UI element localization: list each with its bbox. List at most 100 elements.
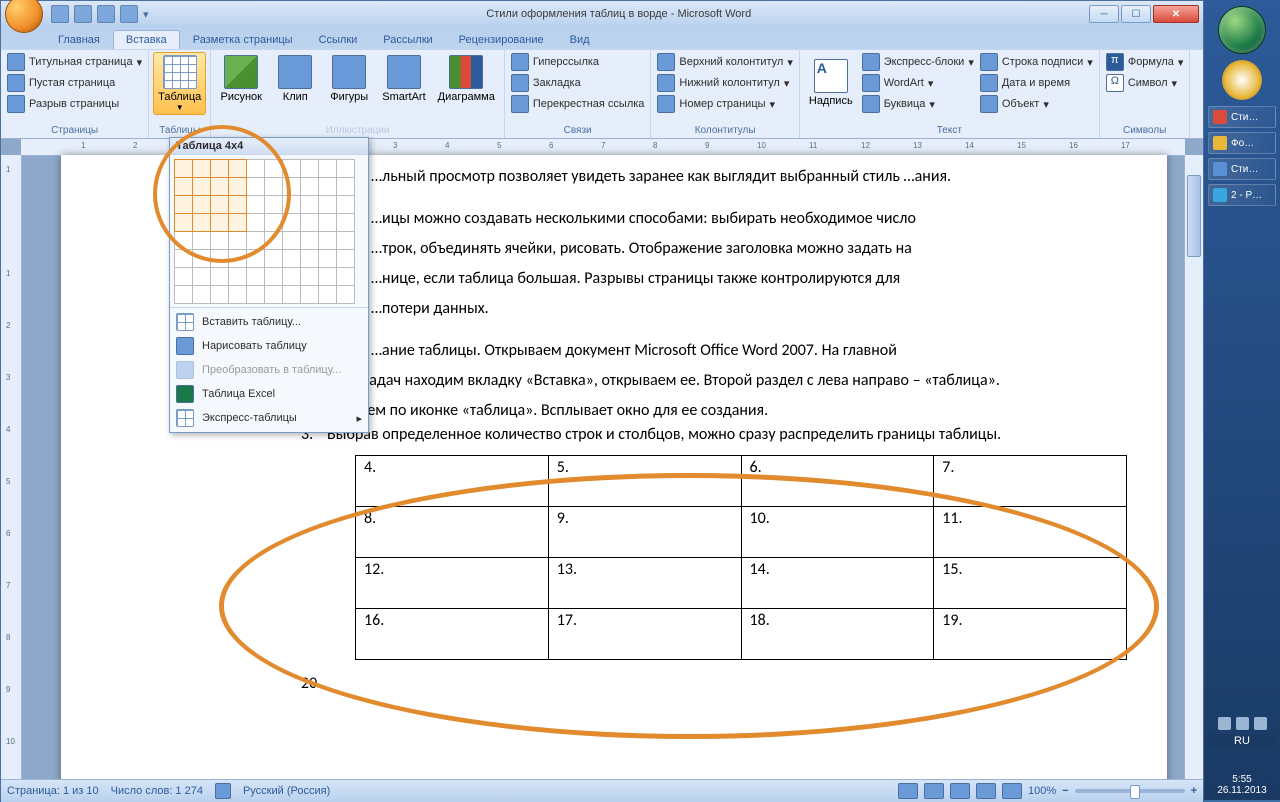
taskbar-item[interactable]: Сти…: [1208, 106, 1276, 128]
table-cell[interactable]: 7.: [934, 456, 1127, 507]
grid-cell[interactable]: [210, 249, 229, 268]
excel-table-item[interactable]: Таблица Excel: [170, 382, 368, 406]
grid-cell[interactable]: [318, 213, 337, 232]
grid-cell[interactable]: [300, 267, 319, 286]
grid-cell[interactable]: [282, 285, 301, 304]
tab-references[interactable]: Ссылки: [306, 30, 371, 49]
document-table[interactable]: 4.5.6.7. 8.9.10.11. 12.13.14.15. 16.17.1…: [355, 455, 1127, 660]
zoom-slider-thumb[interactable]: [1130, 785, 1140, 799]
grid-cell[interactable]: [336, 249, 355, 268]
grid-cell[interactable]: [228, 213, 247, 232]
grid-cell[interactable]: [336, 267, 355, 286]
browser-icon[interactable]: [1222, 60, 1262, 100]
grid-cell[interactable]: [174, 177, 193, 196]
status-words[interactable]: Число слов: 1 274: [111, 785, 203, 797]
grid-cell[interactable]: [174, 213, 193, 232]
grid-cell[interactable]: [174, 249, 193, 268]
insert-table-item[interactable]: Вставить таблицу...: [170, 310, 368, 334]
zoom-in-button[interactable]: +: [1191, 785, 1197, 797]
hyperlink-button[interactable]: Гиперссылка: [509, 52, 647, 72]
grid-cell[interactable]: [192, 195, 211, 214]
grid-cell[interactable]: [246, 267, 265, 286]
maximize-button[interactable]: ☐: [1121, 5, 1151, 23]
datetime-button[interactable]: Дата и время: [978, 73, 1095, 93]
tab-review[interactable]: Рецензирование: [446, 30, 557, 49]
grid-cell[interactable]: [300, 177, 319, 196]
grid-cell[interactable]: [300, 249, 319, 268]
page-break-button[interactable]: Разрыв страницы: [5, 94, 144, 114]
scroll-thumb[interactable]: [1187, 175, 1201, 257]
table-cell[interactable]: 4.: [356, 456, 549, 507]
smartart-button[interactable]: SmartArt: [377, 52, 430, 106]
grid-cell[interactable]: [336, 231, 355, 250]
tab-mailings[interactable]: Рассылки: [370, 30, 445, 49]
grid-cell[interactable]: [300, 159, 319, 178]
grid-cell[interactable]: [318, 267, 337, 286]
table-cell[interactable]: 14.: [741, 558, 934, 609]
blank-page-button[interactable]: Пустая страница: [5, 73, 144, 93]
table-cell[interactable]: 5.: [548, 456, 741, 507]
grid-cell[interactable]: [336, 285, 355, 304]
grid-cell[interactable]: [264, 213, 283, 232]
grid-cell[interactable]: [264, 195, 283, 214]
tab-page-layout[interactable]: Разметка страницы: [180, 30, 306, 49]
taskbar-item[interactable]: Сти…: [1208, 158, 1276, 180]
grid-cell[interactable]: [264, 285, 283, 304]
grid-cell[interactable]: [246, 177, 265, 196]
grid-cell[interactable]: [210, 177, 229, 196]
grid-cell[interactable]: [336, 159, 355, 178]
tray-icon[interactable]: [1218, 717, 1231, 730]
picture-button[interactable]: Рисунок: [215, 52, 267, 106]
grid-cell[interactable]: [174, 159, 193, 178]
grid-cell[interactable]: [192, 231, 211, 250]
grid-cell[interactable]: [210, 159, 229, 178]
taskbar-item[interactable]: Фо…: [1208, 132, 1276, 154]
grid-cell[interactable]: [246, 285, 265, 304]
bookmark-button[interactable]: Закладка: [509, 73, 647, 93]
grid-cell[interactable]: [246, 231, 265, 250]
clock[interactable]: 5:55 26.11.2013: [1204, 774, 1280, 796]
table-cell[interactable]: 16.: [356, 609, 549, 660]
cover-page-button[interactable]: Титульная страница ▾: [5, 52, 144, 72]
grid-cell[interactable]: [174, 285, 193, 304]
shapes-button[interactable]: Фигуры: [323, 52, 375, 106]
grid-cell[interactable]: [210, 285, 229, 304]
table-cell[interactable]: 13.: [548, 558, 741, 609]
start-button[interactable]: [1218, 6, 1266, 54]
table-size-grid[interactable]: [170, 155, 368, 307]
status-language[interactable]: Русский (Россия): [243, 785, 330, 797]
table-cell[interactable]: 10.: [741, 507, 934, 558]
grid-cell[interactable]: [282, 249, 301, 268]
spellcheck-status-icon[interactable]: [215, 783, 231, 799]
crossref-button[interactable]: Перекрестная ссылка: [509, 94, 647, 114]
grid-cell[interactable]: [264, 159, 283, 178]
draw-table-item[interactable]: Нарисовать таблицу: [170, 334, 368, 358]
grid-cell[interactable]: [192, 249, 211, 268]
header-button[interactable]: Верхний колонтитул ▾: [655, 52, 794, 72]
table-cell[interactable]: 19.: [934, 609, 1127, 660]
grid-cell[interactable]: [336, 213, 355, 232]
table-cell[interactable]: 8.: [356, 507, 549, 558]
close-button[interactable]: ✕: [1153, 5, 1199, 23]
table-cell[interactable]: 15.: [934, 558, 1127, 609]
tray-icon[interactable]: [1254, 717, 1267, 730]
grid-cell[interactable]: [228, 285, 247, 304]
grid-cell[interactable]: [192, 267, 211, 286]
table-cell[interactable]: 9.: [548, 507, 741, 558]
grid-cell[interactable]: [228, 177, 247, 196]
grid-cell[interactable]: [318, 159, 337, 178]
grid-cell[interactable]: [336, 177, 355, 196]
zoom-out-button[interactable]: −: [1062, 785, 1068, 797]
grid-cell[interactable]: [246, 249, 265, 268]
grid-cell[interactable]: [318, 249, 337, 268]
save-icon[interactable]: [51, 5, 69, 23]
grid-cell[interactable]: [210, 267, 229, 286]
grid-cell[interactable]: [336, 195, 355, 214]
page-number-button[interactable]: Номер страницы ▾: [655, 94, 794, 114]
footer-button[interactable]: Нижний колонтитул ▾: [655, 73, 794, 93]
express-tables-item[interactable]: Экспресс-таблицы▸: [170, 406, 368, 430]
tab-view[interactable]: Вид: [557, 30, 603, 49]
grid-cell[interactable]: [228, 267, 247, 286]
grid-cell[interactable]: [282, 231, 301, 250]
tab-insert[interactable]: Вставка: [113, 30, 180, 49]
